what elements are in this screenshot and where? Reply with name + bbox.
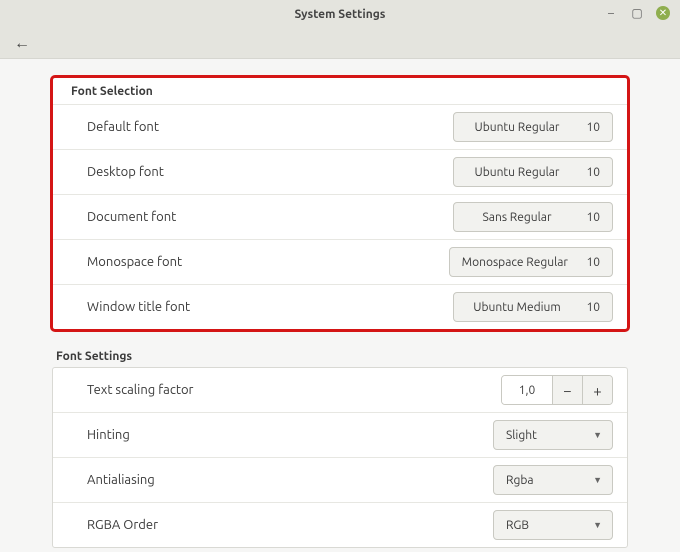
- window-title: System Settings: [295, 8, 386, 21]
- chevron-down-icon: ▼: [593, 430, 602, 440]
- antialiasing-value: Rgba: [506, 474, 534, 487]
- row-default-font: Default font Ubuntu Regular 10: [53, 104, 627, 149]
- font-selection-group: Font Selection Default font Ubuntu Regul…: [52, 77, 628, 330]
- row-document-font: Document font Sans Regular 10: [53, 194, 627, 239]
- row-window-title-font: Window title font Ubuntu Medium 10: [53, 284, 627, 329]
- rgba-order-select[interactable]: RGB ▼: [493, 510, 613, 540]
- hinting-select[interactable]: Slight ▼: [493, 420, 613, 450]
- content: Font Selection Default font Ubuntu Regul…: [0, 58, 680, 552]
- row-label: Window title font: [87, 300, 190, 314]
- default-font-button[interactable]: Ubuntu Regular 10: [453, 112, 613, 142]
- font-name: Ubuntu Regular: [466, 166, 568, 179]
- chevron-down-icon: ▼: [593, 475, 602, 485]
- row-label: Default font: [87, 120, 159, 134]
- row-label: Text scaling factor: [87, 383, 193, 397]
- back-button[interactable]: ←: [14, 34, 30, 53]
- back-row: ←: [0, 28, 680, 58]
- font-size: 10: [582, 211, 600, 224]
- font-selection-label: Font Selection: [71, 85, 153, 98]
- font-size: 10: [582, 301, 600, 314]
- text-scaling-stepper: 1,0 − +: [501, 375, 613, 405]
- font-name: Sans Regular: [466, 211, 568, 224]
- desktop-font-button[interactable]: Ubuntu Regular 10: [453, 157, 613, 187]
- titlebar: System Settings – ▢ ✕: [0, 0, 680, 28]
- row-label: RGBA Order: [87, 518, 158, 532]
- row-rgba-order: RGBA Order RGB ▼: [53, 502, 627, 547]
- row-label: Document font: [87, 210, 176, 224]
- font-name: Ubuntu Regular: [466, 121, 568, 134]
- maximize-icon[interactable]: ▢: [630, 6, 644, 20]
- antialiasing-select[interactable]: Rgba ▼: [493, 465, 613, 495]
- font-settings-label: Font Settings: [56, 350, 628, 363]
- text-scaling-dec[interactable]: −: [552, 376, 582, 404]
- font-name: Monospace Regular: [462, 256, 568, 269]
- font-size: 10: [582, 256, 600, 269]
- monospace-font-button[interactable]: Monospace Regular 10: [449, 247, 613, 277]
- row-label: Desktop font: [87, 165, 164, 179]
- row-label: Antialiasing: [87, 473, 155, 487]
- window-title-font-button[interactable]: Ubuntu Medium 10: [453, 292, 613, 322]
- row-desktop-font: Desktop font Ubuntu Regular 10: [53, 149, 627, 194]
- close-icon[interactable]: ✕: [656, 6, 670, 20]
- window-controls: – ▢ ✕: [604, 6, 670, 20]
- row-label: Monospace font: [87, 255, 182, 269]
- font-settings-group: Text scaling factor 1,0 − + Hinting Slig…: [52, 367, 628, 548]
- row-label: Hinting: [87, 428, 130, 442]
- font-size: 10: [582, 121, 600, 134]
- rgba-order-value: RGB: [506, 519, 529, 532]
- hinting-value: Slight: [506, 429, 537, 442]
- row-hinting: Hinting Slight ▼: [53, 412, 627, 457]
- font-size: 10: [582, 166, 600, 179]
- row-monospace-font: Monospace font Monospace Regular 10: [53, 239, 627, 284]
- text-scaling-inc[interactable]: +: [582, 376, 612, 404]
- font-name: Ubuntu Medium: [466, 301, 568, 314]
- text-scaling-value[interactable]: 1,0: [502, 376, 552, 404]
- row-antialiasing: Antialiasing Rgba ▼: [53, 457, 627, 502]
- font-settings-section: Font Settings Text scaling factor 1,0 − …: [52, 350, 628, 548]
- document-font-button[interactable]: Sans Regular 10: [453, 202, 613, 232]
- chevron-down-icon: ▼: [593, 520, 602, 530]
- minimize-icon[interactable]: –: [604, 6, 618, 20]
- row-text-scaling: Text scaling factor 1,0 − +: [53, 368, 627, 412]
